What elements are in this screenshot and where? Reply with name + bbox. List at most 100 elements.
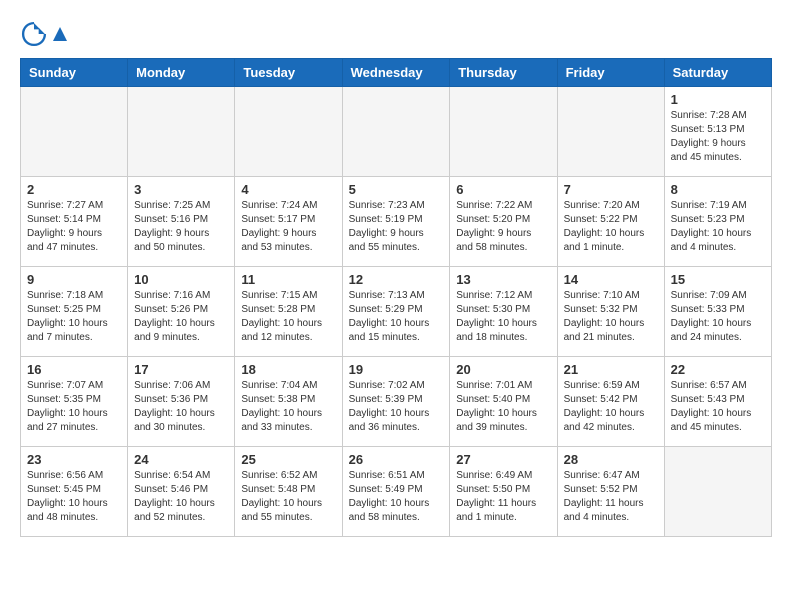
day-cell: 22 Sunrise: 6:57 AM Sunset: 5:43 PM Dayli… xyxy=(664,357,771,447)
day-info: Sunrise: 6:51 AM Sunset: 5:49 PM Dayligh… xyxy=(349,469,444,525)
day-cell xyxy=(664,447,771,537)
day-cell xyxy=(450,87,557,177)
week-row-3: 16 Sunrise: 7:07 AM Sunset: 5:35 PM Dayli… xyxy=(21,357,772,447)
day-info: Sunrise: 7:24 AM Sunset: 5:17 PM Dayligh… xyxy=(241,199,335,255)
day-number: 28 xyxy=(564,452,658,467)
day-number: 14 xyxy=(564,272,658,287)
day-cell: 23 Sunrise: 6:56 AM Sunset: 5:45 PM Dayli… xyxy=(21,447,128,537)
day-info: Sunrise: 7:28 AM Sunset: 5:13 PM Dayligh… xyxy=(671,109,765,165)
day-number: 3 xyxy=(134,182,228,197)
col-friday: Friday xyxy=(557,59,664,87)
day-number: 11 xyxy=(241,272,335,287)
col-tuesday: Tuesday xyxy=(235,59,342,87)
logo-icon xyxy=(20,20,48,48)
day-info: Sunrise: 7:04 AM Sunset: 5:38 PM Dayligh… xyxy=(241,379,335,435)
week-row-0: 1 Sunrise: 7:28 AM Sunset: 5:13 PM Daylig… xyxy=(21,87,772,177)
day-info: Sunrise: 7:20 AM Sunset: 5:22 PM Dayligh… xyxy=(564,199,658,255)
day-cell: 14Sunrise: 7:10 AM Sunset: 5:32 PM Dayli… xyxy=(557,267,664,357)
day-number: 23 xyxy=(27,452,121,467)
day-info: Sunrise: 7:09 AM Sunset: 5:33 PM Dayligh… xyxy=(671,289,765,345)
day-number: 1 xyxy=(671,92,765,107)
day-cell: 15 Sunrise: 7:09 AM Sunset: 5:33 PM Dayli… xyxy=(664,267,771,357)
page-header xyxy=(20,20,772,48)
day-cell: 16 Sunrise: 7:07 AM Sunset: 5:35 PM Dayli… xyxy=(21,357,128,447)
day-cell: 12 Sunrise: 7:13 AM Sunset: 5:29 PM Dayli… xyxy=(342,267,450,357)
day-number: 21 xyxy=(564,362,658,377)
day-info: Sunrise: 7:23 AM Sunset: 5:19 PM Dayligh… xyxy=(349,199,444,255)
day-cell: 5 Sunrise: 7:23 AM Sunset: 5:19 PM Daylig… xyxy=(342,177,450,267)
day-cell: 10 Sunrise: 7:16 AM Sunset: 5:26 PM Dayli… xyxy=(128,267,235,357)
day-info: Sunrise: 6:56 AM Sunset: 5:45 PM Dayligh… xyxy=(27,469,121,525)
col-saturday: Saturday xyxy=(664,59,771,87)
day-cell xyxy=(557,87,664,177)
day-cell: 1 Sunrise: 7:28 AM Sunset: 5:13 PM Daylig… xyxy=(664,87,771,177)
day-cell: 19 Sunrise: 7:02 AM Sunset: 5:39 PM Dayli… xyxy=(342,357,450,447)
day-info: Sunrise: 7:13 AM Sunset: 5:29 PM Dayligh… xyxy=(349,289,444,345)
day-cell: 27Sunrise: 6:49 AM Sunset: 5:50 PM Dayli… xyxy=(450,447,557,537)
week-row-2: 9 Sunrise: 7:18 AM Sunset: 5:25 PM Daylig… xyxy=(21,267,772,357)
day-cell: 25 Sunrise: 6:52 AM Sunset: 5:48 PM Dayli… xyxy=(235,447,342,537)
day-number: 25 xyxy=(241,452,335,467)
day-number: 13 xyxy=(456,272,550,287)
day-info: Sunrise: 6:54 AM Sunset: 5:46 PM Dayligh… xyxy=(134,469,228,525)
day-number: 10 xyxy=(134,272,228,287)
day-cell: 17 Sunrise: 7:06 AM Sunset: 5:36 PM Dayli… xyxy=(128,357,235,447)
day-info: Sunrise: 7:18 AM Sunset: 5:25 PM Dayligh… xyxy=(27,289,121,345)
week-row-4: 23 Sunrise: 6:56 AM Sunset: 5:45 PM Dayli… xyxy=(21,447,772,537)
day-info: Sunrise: 6:52 AM Sunset: 5:48 PM Dayligh… xyxy=(241,469,335,525)
day-cell xyxy=(21,87,128,177)
day-info: Sunrise: 7:01 AM Sunset: 5:40 PM Dayligh… xyxy=(456,379,550,435)
calendar-body: 1 Sunrise: 7:28 AM Sunset: 5:13 PM Daylig… xyxy=(21,87,772,537)
header-row: Sunday Monday Tuesday Wednesday Thursday… xyxy=(21,59,772,87)
day-number: 8 xyxy=(671,182,765,197)
day-info: Sunrise: 7:16 AM Sunset: 5:26 PM Dayligh… xyxy=(134,289,228,345)
day-cell xyxy=(128,87,235,177)
col-sunday: Sunday xyxy=(21,59,128,87)
day-number: 22 xyxy=(671,362,765,377)
day-cell: 4 Sunrise: 7:24 AM Sunset: 5:17 PM Daylig… xyxy=(235,177,342,267)
day-cell: 26 Sunrise: 6:51 AM Sunset: 5:49 PM Dayli… xyxy=(342,447,450,537)
day-info: Sunrise: 7:22 AM Sunset: 5:20 PM Dayligh… xyxy=(456,199,550,255)
day-number: 17 xyxy=(134,362,228,377)
day-cell: 2 Sunrise: 7:27 AM Sunset: 5:14 PM Daylig… xyxy=(21,177,128,267)
day-cell xyxy=(235,87,342,177)
day-info: Sunrise: 7:06 AM Sunset: 5:36 PM Dayligh… xyxy=(134,379,228,435)
day-cell: 6 Sunrise: 7:22 AM Sunset: 5:20 PM Daylig… xyxy=(450,177,557,267)
day-info: Sunrise: 7:19 AM Sunset: 5:23 PM Dayligh… xyxy=(671,199,765,255)
day-cell: 9 Sunrise: 7:18 AM Sunset: 5:25 PM Daylig… xyxy=(21,267,128,357)
day-number: 4 xyxy=(241,182,335,197)
day-info: Sunrise: 6:59 AM Sunset: 5:42 PM Dayligh… xyxy=(564,379,658,435)
day-info: Sunrise: 7:25 AM Sunset: 5:16 PM Dayligh… xyxy=(134,199,228,255)
day-cell: 7Sunrise: 7:20 AM Sunset: 5:22 PM Daylig… xyxy=(557,177,664,267)
day-info: Sunrise: 7:15 AM Sunset: 5:28 PM Dayligh… xyxy=(241,289,335,345)
day-info: Sunrise: 6:49 AM Sunset: 5:50 PM Dayligh… xyxy=(456,469,550,525)
day-cell: 28 Sunrise: 6:47 AM Sunset: 5:52 PM Dayli… xyxy=(557,447,664,537)
day-number: 19 xyxy=(349,362,444,377)
col-monday: Monday xyxy=(128,59,235,87)
day-number: 20 xyxy=(456,362,550,377)
col-thursday: Thursday xyxy=(450,59,557,87)
logo-triangle-icon xyxy=(53,27,67,41)
day-cell: 13 Sunrise: 7:12 AM Sunset: 5:30 PM Dayli… xyxy=(450,267,557,357)
day-info: Sunrise: 7:27 AM Sunset: 5:14 PM Dayligh… xyxy=(27,199,121,255)
day-cell: 11 Sunrise: 7:15 AM Sunset: 5:28 PM Dayli… xyxy=(235,267,342,357)
day-info: Sunrise: 6:47 AM Sunset: 5:52 PM Dayligh… xyxy=(564,469,658,525)
day-number: 16 xyxy=(27,362,121,377)
day-info: Sunrise: 7:02 AM Sunset: 5:39 PM Dayligh… xyxy=(349,379,444,435)
day-number: 15 xyxy=(671,272,765,287)
day-cell: 24Sunrise: 6:54 AM Sunset: 5:46 PM Dayli… xyxy=(128,447,235,537)
day-number: 12 xyxy=(349,272,444,287)
day-cell: 21 Sunrise: 6:59 AM Sunset: 5:42 PM Dayli… xyxy=(557,357,664,447)
col-wednesday: Wednesday xyxy=(342,59,450,87)
day-number: 2 xyxy=(27,182,121,197)
day-info: Sunrise: 6:57 AM Sunset: 5:43 PM Dayligh… xyxy=(671,379,765,435)
day-info: Sunrise: 7:12 AM Sunset: 5:30 PM Dayligh… xyxy=(456,289,550,345)
day-number: 5 xyxy=(349,182,444,197)
day-number: 26 xyxy=(349,452,444,467)
day-number: 6 xyxy=(456,182,550,197)
day-cell: 3 Sunrise: 7:25 AM Sunset: 5:16 PM Daylig… xyxy=(128,177,235,267)
day-cell: 20 Sunrise: 7:01 AM Sunset: 5:40 PM Dayli… xyxy=(450,357,557,447)
day-number: 9 xyxy=(27,272,121,287)
day-info: Sunrise: 7:07 AM Sunset: 5:35 PM Dayligh… xyxy=(27,379,121,435)
logo xyxy=(20,20,68,48)
